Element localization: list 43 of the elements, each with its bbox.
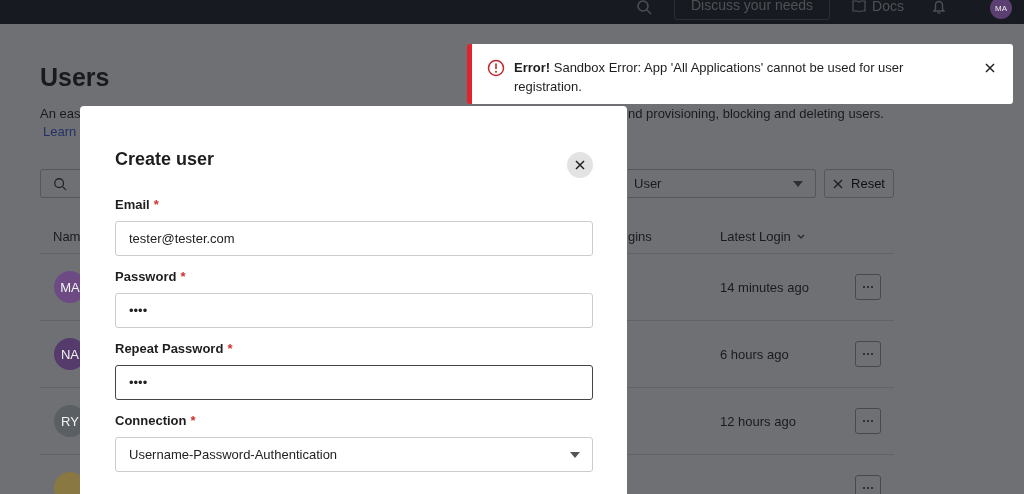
bell-icon[interactable] [932, 0, 946, 15]
field-label: Repeat Password [115, 341, 224, 357]
required-mark: * [180, 269, 186, 285]
input-field[interactable]: •••• [115, 293, 593, 328]
column-header[interactable]: gins [628, 228, 720, 244]
column-header[interactable]: Latest Login [720, 228, 805, 244]
required-mark: * [227, 341, 233, 357]
close-button[interactable] [567, 152, 593, 178]
close-icon [985, 63, 995, 73]
error-icon [487, 59, 505, 77]
input-field[interactable]: •••• [115, 365, 593, 400]
more-button[interactable] [855, 408, 881, 434]
page-title: Users [40, 62, 110, 92]
search-icon[interactable] [635, 0, 652, 15]
error-message: Error! Sandbox Error: App 'All Applications' cannot be used for user registration. [514, 59, 905, 96]
caret-icon [793, 180, 803, 187]
input-field[interactable]: tester@tester.com [115, 221, 593, 256]
close-icon [575, 160, 585, 170]
dialog-title: Create user [115, 147, 215, 170]
chevron-down-icon [796, 233, 805, 239]
close-icon [833, 178, 843, 189]
latest-login: 14 minutes ago [720, 279, 810, 295]
required-mark: * [153, 197, 159, 213]
book-icon [852, 0, 867, 12]
more-button[interactable] [855, 341, 881, 367]
learn-link[interactable]: Learn [40, 123, 80, 141]
field-label: Password [115, 269, 177, 285]
latest-login: 6 hours ago [720, 346, 790, 362]
field-label: Email [115, 197, 150, 213]
description-text: An eas [40, 105, 80, 123]
reset-button[interactable]: Reset [824, 169, 894, 198]
field-label: Connection [115, 413, 187, 429]
search-icon [53, 176, 67, 191]
user-avatar[interactable]: MA [990, 0, 1012, 19]
role-dropdown[interactable]: User [628, 169, 816, 198]
column-header[interactable]: Nam [40, 228, 80, 244]
caret-icon [570, 451, 580, 458]
more-button[interactable] [855, 475, 881, 494]
connection-select[interactable]: Username-Password-Authentication [115, 437, 593, 472]
latest-login: 12 hours ago [720, 413, 797, 429]
description-text: nd provisioning, blocking and deleting users. [628, 105, 885, 123]
required-mark: * [190, 413, 196, 429]
more-button[interactable] [855, 274, 881, 300]
